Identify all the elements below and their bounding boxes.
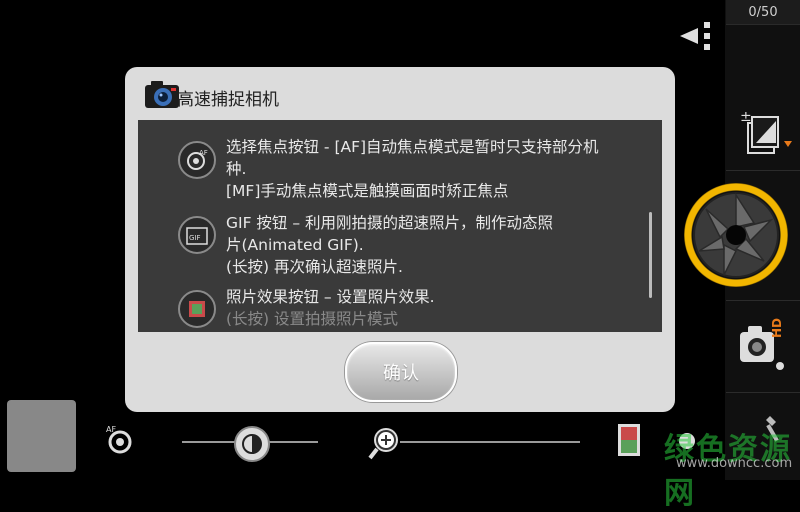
help-dialog: 高速捕捉相机 AF 选择焦点按钮 - [AF]自动焦点模式是暂时只支持部分机 种… (125, 67, 675, 412)
item-text: GIF 按钮 – 利用刚拍摄的超速照片，制作动态照 片(Animated GIF… (226, 214, 554, 276)
hd-badge: HD (770, 317, 784, 338)
zoom-slider-track[interactable] (400, 441, 580, 443)
zoom-in-icon (368, 428, 398, 460)
svg-text:AF: AF (199, 149, 208, 157)
svg-text:±: ± (740, 109, 752, 125)
photo-effect-icon (178, 290, 216, 328)
photo-effect-button[interactable] (614, 422, 644, 460)
gif-icon: GIF (178, 216, 216, 254)
item-text: 选择焦点按钮 - [AF]自动焦点模式是暂时只支持部分机 种. [MF]手动焦点… (226, 138, 599, 200)
dialog-title: 高速捕捉相机 (177, 90, 279, 110)
watermark-url: www.downcc.com (676, 456, 793, 471)
confirm-button[interactable]: 确认 (345, 342, 457, 402)
af-timer-icon[interactable]: AF (100, 420, 140, 460)
item-text: 照片效果按钮 – 设置照片效果. (长按) 设置拍摄照片模式 (226, 288, 435, 328)
zoom-slider-knob[interactable] (366, 424, 402, 464)
contrast-icon (242, 434, 262, 454)
back-arrow-icon[interactable] (676, 18, 716, 54)
camera-icon (143, 78, 181, 110)
last-photo-thumbnail[interactable] (7, 400, 76, 472)
svg-text:AF: AF (106, 425, 116, 434)
rail-divider (726, 170, 800, 171)
rail-divider (726, 300, 800, 301)
aperture-icon (693, 192, 779, 278)
camera-switch-button[interactable] (732, 318, 796, 378)
scrollbar[interactable] (649, 212, 652, 298)
rail-divider (726, 392, 800, 393)
photo-counter: 0/50 (726, 0, 800, 25)
dialog-content[interactable]: AF 选择焦点按钮 - [AF]自动焦点模式是暂时只支持部分机 种. [MF]手… (138, 120, 662, 332)
svg-text:GIF: GIF (189, 234, 201, 242)
shutter-button[interactable] (684, 183, 788, 287)
af-focus-icon: AF (178, 141, 216, 179)
brightness-slider-knob[interactable] (234, 426, 270, 462)
exposure-mode-button[interactable]: ± (732, 105, 792, 160)
